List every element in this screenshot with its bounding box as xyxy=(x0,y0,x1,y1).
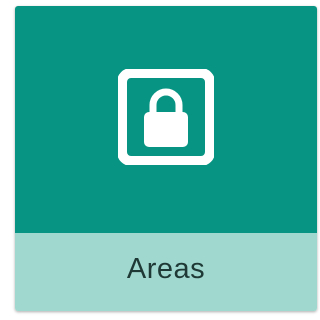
tile-header xyxy=(15,6,317,233)
tile-label: Areas xyxy=(126,252,206,285)
lock-square-icon xyxy=(118,69,214,165)
tile-footer: Areas xyxy=(15,233,317,311)
areas-tile[interactable]: Areas xyxy=(15,6,317,311)
